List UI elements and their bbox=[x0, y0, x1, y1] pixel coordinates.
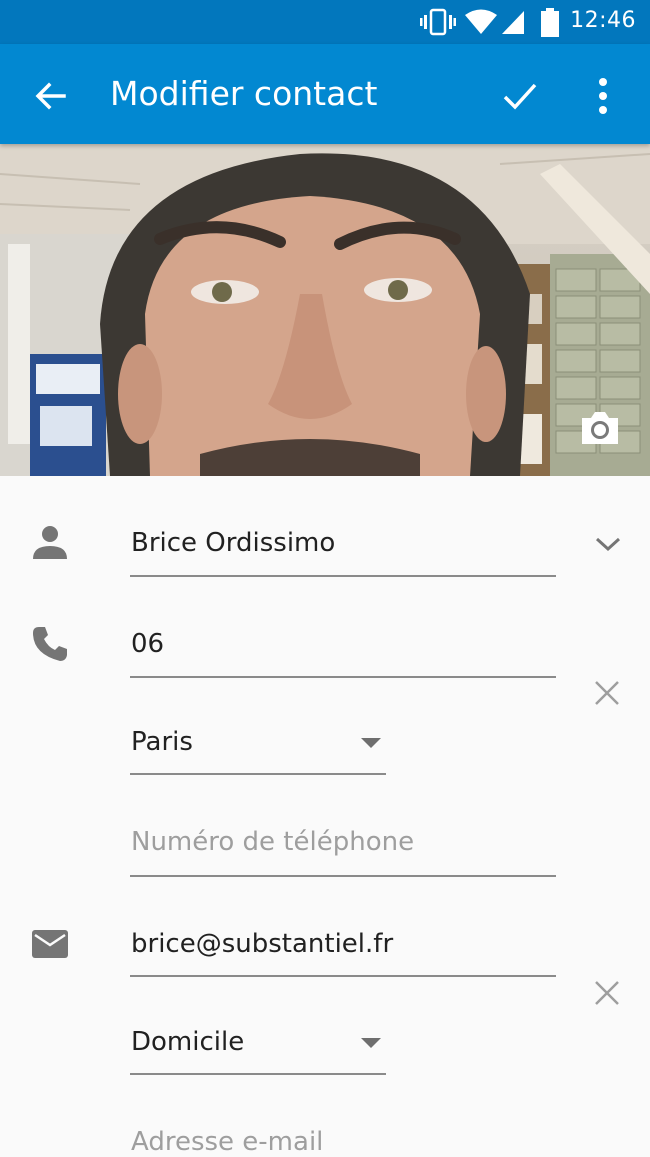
email-type-arrow-icon[interactable] bbox=[361, 1038, 381, 1048]
back-arrow-icon[interactable] bbox=[30, 76, 70, 116]
clear-email-icon[interactable] bbox=[591, 977, 623, 1009]
email-icon bbox=[32, 930, 68, 958]
new-email-field[interactable]: Adresse e-mail bbox=[131, 1127, 323, 1157]
clear-phone-icon[interactable] bbox=[591, 677, 623, 709]
more-options-icon[interactable] bbox=[588, 74, 618, 118]
name-underline bbox=[130, 575, 556, 577]
wifi-icon bbox=[465, 9, 497, 34]
status-bar: 12:46 bbox=[0, 0, 650, 44]
phone-number-field[interactable]: 06 bbox=[131, 629, 164, 659]
person-icon bbox=[33, 526, 67, 559]
app-bar: Modifier contact bbox=[0, 44, 650, 144]
new-phone-field[interactable]: Numéro de téléphone bbox=[131, 827, 414, 857]
email-field[interactable]: brice@substantiel.fr bbox=[131, 929, 393, 959]
name-field[interactable]: Brice Ordissimo bbox=[131, 528, 335, 558]
contact-photo-image bbox=[0, 144, 650, 476]
battery-icon bbox=[541, 8, 559, 37]
phone-type-dropdown[interactable]: Paris bbox=[131, 727, 193, 757]
phone-type-arrow-icon[interactable] bbox=[361, 738, 381, 748]
status-time: 12:46 bbox=[570, 8, 636, 33]
phone-underline bbox=[130, 676, 556, 678]
email-underline bbox=[130, 975, 556, 977]
phone-type-underline bbox=[130, 773, 386, 775]
camera-icon[interactable] bbox=[578, 408, 622, 448]
expand-name-icon[interactable] bbox=[593, 534, 623, 554]
email-type-underline bbox=[130, 1073, 386, 1075]
email-type-dropdown[interactable]: Domicile bbox=[131, 1027, 244, 1057]
new-phone-underline bbox=[130, 875, 556, 877]
page-title: Modifier contact bbox=[110, 74, 378, 113]
signal-icon bbox=[502, 11, 524, 34]
vibrate-icon bbox=[420, 8, 456, 36]
contact-photo[interactable] bbox=[0, 144, 650, 476]
save-check-icon[interactable] bbox=[500, 76, 540, 116]
phone-icon bbox=[33, 627, 67, 661]
